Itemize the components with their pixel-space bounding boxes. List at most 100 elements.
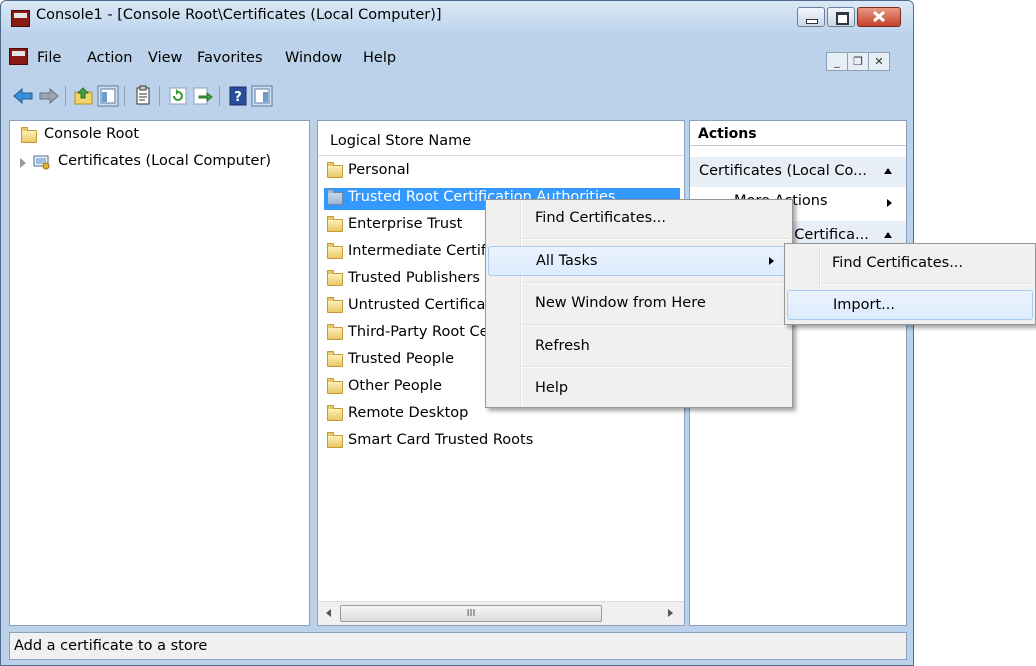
menu-help[interactable]: Help xyxy=(363,50,396,66)
menu-separator xyxy=(522,282,788,284)
minimize-button[interactable] xyxy=(797,7,825,27)
tree-item-certificates-local-computer[interactable]: Certificates (Local Computer) xyxy=(18,153,308,173)
show-hide-action-pane-icon[interactable] xyxy=(251,85,273,107)
toolbar-separator xyxy=(65,86,66,106)
collapse-up-icon[interactable] xyxy=(884,232,892,238)
document-system-menu-icon[interactable] xyxy=(9,48,28,65)
toolbar: ? xyxy=(1,80,913,114)
mmc-app-icon xyxy=(11,10,30,27)
menu-item-label: Import... xyxy=(833,297,895,313)
folder-icon xyxy=(21,127,37,143)
menu-item-label: New Window from Here xyxy=(535,295,706,311)
menu-item-label: Help xyxy=(535,380,569,396)
scroll-left-icon[interactable] xyxy=(326,609,331,617)
menu-item-help[interactable]: Help xyxy=(488,374,790,404)
submenu-arrow-icon xyxy=(769,257,774,265)
folder-icon xyxy=(327,432,343,448)
context-menu: Find Certificates... All Tasks New Windo… xyxy=(485,199,793,408)
collapse-up-icon[interactable] xyxy=(884,168,892,174)
menu-view[interactable]: View xyxy=(148,50,182,66)
minimize-icon xyxy=(806,19,818,24)
window-title: Console1 - [Console Root\Certificates (L… xyxy=(36,7,442,23)
folder-icon xyxy=(327,324,343,340)
expand-arrow-icon[interactable] xyxy=(20,158,26,168)
menu-separator xyxy=(821,283,1031,285)
folder-icon xyxy=(327,297,343,313)
actions-section-certificates[interactable]: Certificates (Local Co... xyxy=(690,157,906,187)
tree-pane: Console Root Certificates (Local Compute… xyxy=(9,120,310,626)
folder-icon xyxy=(327,189,343,205)
scrollbar-thumb[interactable]: III xyxy=(340,605,602,622)
list-item-label: Other People xyxy=(348,378,442,394)
toolbar-separator xyxy=(124,86,125,106)
menu-item-all-tasks[interactable]: All Tasks xyxy=(488,246,790,276)
menu-window[interactable]: Window xyxy=(285,50,342,66)
list-item-label: Trusted Publishers xyxy=(348,270,480,286)
toolbar-separator xyxy=(159,86,160,106)
scroll-right-icon[interactable] xyxy=(668,609,673,617)
list-item-personal[interactable]: Personal xyxy=(324,161,680,183)
list-item-label: Remote Desktop xyxy=(348,405,469,421)
close-button[interactable] xyxy=(857,7,901,27)
menu-item-refresh[interactable]: Refresh xyxy=(488,332,790,362)
folder-icon xyxy=(327,405,343,421)
forward-icon[interactable] xyxy=(38,85,60,107)
properties-icon[interactable] xyxy=(132,85,154,107)
menu-action[interactable]: Action xyxy=(87,50,132,66)
tree-item-console-root[interactable]: Console Root xyxy=(18,126,298,146)
actions-header-label: Actions xyxy=(698,126,757,142)
status-bar: Add a certificate to a store xyxy=(9,632,907,660)
list-item-label: Trusted People xyxy=(348,351,455,367)
menu-bar: File Action View Favorites Window Help _… xyxy=(1,46,913,76)
menu-item-find-certificates[interactable]: Find Certificates... xyxy=(488,204,790,234)
column-header-label: Logical Store Name xyxy=(330,133,472,149)
all-tasks-submenu: Find Certificates... Import... xyxy=(784,243,1036,325)
submenu-item-find-certificates[interactable]: Find Certificates... xyxy=(787,249,1033,279)
menu-item-label: All Tasks xyxy=(536,253,598,269)
column-header-logical-store-name[interactable]: Logical Store Name xyxy=(318,121,684,156)
toolbar-separator xyxy=(219,86,220,106)
menu-separator xyxy=(522,238,788,240)
close-icon xyxy=(872,10,886,23)
tree-item-label: Console Root xyxy=(44,126,140,142)
menu-item-new-window[interactable]: New Window from Here xyxy=(488,289,790,319)
folder-icon xyxy=(327,243,343,259)
menu-favorites[interactable]: Favorites xyxy=(197,50,263,66)
menu-item-label: Find Certificates... xyxy=(535,210,667,226)
horizontal-scrollbar[interactable]: III xyxy=(318,601,684,625)
refresh-icon[interactable] xyxy=(167,85,189,107)
export-list-icon[interactable] xyxy=(191,85,213,107)
mdi-minimize-button[interactable]: _ xyxy=(826,52,848,71)
back-icon[interactable] xyxy=(12,85,34,107)
show-hide-tree-icon[interactable] xyxy=(97,85,119,107)
status-text: Add a certificate to a store xyxy=(14,638,208,654)
maximize-icon xyxy=(836,12,849,25)
list-item-label: Personal xyxy=(348,162,410,178)
minimize-icon: _ xyxy=(834,55,840,68)
mdi-restore-button[interactable]: ❐ xyxy=(847,52,869,71)
mdi-close-button[interactable]: ✕ xyxy=(868,52,890,71)
certificate-snapin-icon xyxy=(33,155,50,170)
restore-icon: ❐ xyxy=(853,55,863,68)
list-item-smart-card[interactable]: Smart Card Trusted Roots xyxy=(324,431,680,453)
maximize-button[interactable] xyxy=(827,7,855,27)
up-folder-icon[interactable] xyxy=(73,85,95,107)
menu-separator xyxy=(522,366,788,368)
folder-icon xyxy=(327,216,343,232)
scrollbar-grip: III xyxy=(466,608,476,619)
tree-item-label: Certificates (Local Computer) xyxy=(58,153,272,169)
close-icon: ✕ xyxy=(874,55,884,68)
submenu-arrow-icon xyxy=(887,199,892,207)
help-icon[interactable]: ? xyxy=(227,85,249,107)
folder-icon xyxy=(327,162,343,178)
actions-section-label: Certificates (Local Co... xyxy=(699,163,867,179)
list-item-label: Smart Card Trusted Roots xyxy=(348,432,534,448)
title-bar[interactable]: Console1 - [Console Root\Certificates (L… xyxy=(1,1,913,35)
list-item-label: Enterprise Trust xyxy=(348,216,463,232)
list-item-label: Untrusted Certificates xyxy=(348,297,508,313)
submenu-item-import[interactable]: Import... xyxy=(787,290,1033,320)
folder-icon xyxy=(327,270,343,286)
folder-icon xyxy=(327,351,343,367)
menu-file[interactable]: File xyxy=(37,50,61,66)
svg-text:?: ? xyxy=(234,90,242,105)
